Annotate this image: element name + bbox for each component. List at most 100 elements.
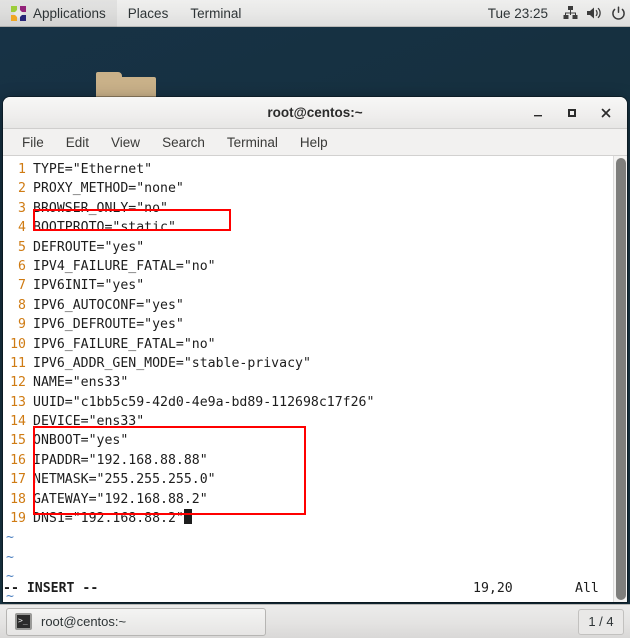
line-number: 9	[18, 317, 26, 333]
taskbar-window-button[interactable]: root@centos:~	[6, 607, 266, 636]
tilde-marker: ~	[6, 530, 14, 546]
menu-file[interactable]: File	[11, 131, 55, 154]
editor-line: 12 NAME="ens33"	[3, 373, 613, 392]
line-number: 18	[10, 491, 26, 507]
line-number: 4	[18, 220, 26, 236]
window-controls	[521, 99, 623, 127]
line-text: IPV6_FAILURE_FATAL="no"	[33, 336, 216, 352]
line-number: 1	[18, 162, 26, 177]
line-text: DNS1="192.168.88.2"	[33, 511, 184, 527]
line-number: 14	[10, 414, 26, 430]
top-panel: Applications Places Terminal Tue 23:25	[0, 0, 630, 27]
text-cursor	[183, 509, 192, 525]
editor-line: 10 IPV6_FAILURE_FATAL="no"	[3, 335, 613, 354]
line-text: DEFROUTE="yes"	[33, 239, 145, 255]
line-number: 11	[10, 355, 26, 371]
editor-line: 3 BROWSER_ONLY="no"	[3, 199, 613, 218]
line-text: BROWSER_ONLY="no"	[33, 200, 168, 216]
editor-line: 9 IPV6_DEFROUTE="yes"	[3, 315, 613, 334]
desktop-screen: Applications Places Terminal Tue 23:25 r…	[0, 0, 630, 638]
editor-line: 1 TYPE="Ethernet"	[3, 160, 613, 179]
scrollbar-thumb[interactable]	[616, 158, 626, 600]
close-button[interactable]	[589, 99, 623, 127]
line-number: 3	[18, 200, 26, 216]
line-number: 17	[10, 472, 26, 488]
menu-search[interactable]: Search	[151, 131, 216, 154]
menu-help[interactable]: Help	[289, 131, 339, 154]
applications-menu-label: Applications	[33, 5, 106, 21]
terminal-icon	[15, 613, 32, 630]
clock[interactable]: Tue 23:25	[478, 6, 558, 21]
network-icon[interactable]	[558, 0, 582, 27]
folder-icon-body	[96, 77, 156, 97]
editor-line: 15 ONBOOT="yes"	[3, 431, 613, 450]
terminal-app-menu-label: Terminal	[190, 5, 242, 21]
window-title-bar[interactable]: root@centos:~	[3, 97, 627, 129]
line-text: BOOTPROTO="static"	[33, 220, 176, 236]
editor-lines: 1 TYPE="Ethernet" 2 PROXY_METHOD="none" 3 BRO…	[3, 160, 613, 528]
line-number: 19	[10, 511, 26, 527]
editor-line: 8 IPV6_AUTOCONF="yes"	[3, 296, 613, 315]
terminal-scrollbar[interactable]	[613, 156, 627, 602]
editor-line: 7 IPV6INIT="yes"	[3, 276, 613, 295]
editor-line: 11 IPV6_ADDR_GEN_MODE="stable-privacy"	[3, 354, 613, 373]
taskbar: root@centos:~ 1 / 4	[0, 604, 630, 638]
volume-icon[interactable]	[582, 0, 606, 27]
line-number: 2	[18, 181, 26, 197]
editor-buffer[interactable]: 1 TYPE="Ethernet" 2 PROXY_METHOD="none" 3 BRO…	[3, 156, 613, 602]
taskbar-window-label: root@centos:~	[41, 614, 127, 629]
editor-empty-line: ~	[3, 528, 613, 547]
editor-line: 19 DNS1="192.168.88.2"	[3, 509, 613, 528]
line-number: 12	[10, 375, 26, 391]
applications-menu[interactable]: Applications	[0, 0, 117, 27]
editor-mode-indicator: -- INSERT --	[3, 581, 99, 596]
editor-line: 16 IPADDR="192.168.88.88"	[3, 451, 613, 470]
centos-logo-icon	[11, 5, 26, 21]
menu-bar: File Edit View Search Terminal Help	[3, 129, 627, 156]
line-number: 10	[10, 336, 26, 352]
menu-terminal[interactable]: Terminal	[216, 131, 289, 154]
tilde-marker: ~	[6, 549, 14, 565]
line-text: IPV6INIT="yes"	[33, 278, 145, 294]
line-text: IPV6_ADDR_GEN_MODE="stable-privacy"	[33, 355, 311, 371]
line-text: IPV6_DEFROUTE="yes"	[33, 317, 184, 333]
line-number: 7	[18, 278, 26, 294]
line-text: UUID="c1bb5c59-42d0-4e9a-bd89-112698c17f…	[33, 394, 375, 410]
line-text: TYPE="Ethernet"	[33, 162, 153, 177]
line-text: PROXY_METHOD="none"	[33, 181, 184, 197]
editor-line: 17 NETMASK="255.255.255.0"	[3, 470, 613, 489]
line-number: 6	[18, 258, 26, 274]
workspace-indicator[interactable]: 1 / 4	[578, 608, 624, 635]
folder-icon[interactable]	[96, 72, 156, 97]
line-number: 15	[10, 433, 26, 449]
places-menu-label: Places	[127, 5, 169, 21]
line-text: GATEWAY="192.168.88.2"	[33, 491, 208, 507]
line-text: IPV4_FAILURE_FATAL="no"	[33, 258, 216, 274]
editor-line: 6 IPV4_FAILURE_FATAL="no"	[3, 257, 613, 276]
terminal-app-menu[interactable]: Terminal	[179, 0, 252, 27]
places-menu[interactable]: Places	[117, 0, 180, 27]
editor-empty-line: ~	[3, 548, 613, 567]
menu-view[interactable]: View	[100, 131, 151, 154]
line-number: 8	[18, 297, 26, 313]
line-text: ONBOOT="yes"	[33, 433, 129, 449]
terminal-window: root@centos:~ File Edit View Search Term…	[3, 97, 627, 602]
menu-edit[interactable]: Edit	[55, 131, 100, 154]
editor-line: 5 DEFROUTE="yes"	[3, 238, 613, 257]
editor-line: 13 UUID="c1bb5c59-42d0-4e9a-bd89-112698c1…	[3, 393, 613, 412]
editor-line: 2 PROXY_METHOD="none"	[3, 179, 613, 198]
terminal-body[interactable]: 1 TYPE="Ethernet" 2 PROXY_METHOD="none" 3 BRO…	[3, 156, 627, 602]
line-text: IPADDR="192.168.88.88"	[33, 452, 208, 468]
line-text: DEVICE="ens33"	[33, 414, 145, 430]
editor-cursor-position: 19,20	[473, 581, 513, 596]
power-icon[interactable]	[606, 0, 630, 27]
editor-scroll-indicator: All	[575, 581, 599, 596]
editor-status-bar: -- INSERT -- 19,20 All	[3, 579, 613, 598]
minimize-button[interactable]	[521, 99, 555, 127]
maximize-button[interactable]	[555, 99, 589, 127]
line-number: 5	[18, 239, 26, 255]
editor-line: 18 GATEWAY="192.168.88.2"	[3, 490, 613, 509]
line-text: IPV6_AUTOCONF="yes"	[33, 297, 184, 313]
editor-line: 14 DEVICE="ens33"	[3, 412, 613, 431]
line-text: NAME="ens33"	[33, 375, 129, 391]
